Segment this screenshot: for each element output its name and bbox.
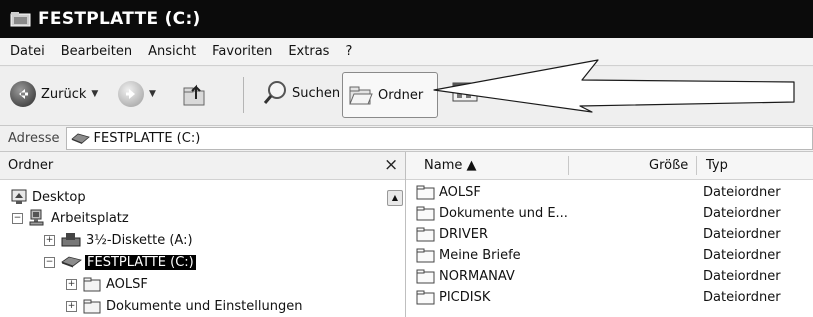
tree-item-label: Arbeitsplatz: [51, 210, 129, 226]
forward-dropdown-icon[interactable]: ▼: [149, 89, 156, 99]
file-name: NORMANAV: [439, 269, 515, 284]
tree-item-festplatte[interactable]: − FESTPLATTE (C:): [44, 252, 196, 272]
tree-item-floppy[interactable]: + 3½-Diskette (A:): [44, 230, 193, 250]
file-row[interactable]: Meine Briefe Dateiordner: [406, 246, 813, 266]
tree-item-label: Desktop: [32, 189, 86, 205]
menu-help[interactable]: ?: [345, 44, 352, 59]
column-name[interactable]: Name ▲: [424, 158, 476, 173]
menu-extras[interactable]: Extras: [288, 44, 329, 59]
column-header: Name ▲ Größe Typ: [406, 152, 813, 180]
expand-icon[interactable]: +: [66, 278, 77, 290]
explorer-window: FESTPLATTE (C:) Datei Bearbeiten Ansicht…: [0, 0, 813, 317]
file-name: PICDISK: [439, 290, 491, 305]
file-type: Dateiordner: [703, 227, 781, 242]
file-name: Meine Briefe: [439, 248, 521, 263]
hard-drive-icon: [70, 133, 90, 144]
hard-drive-icon: [61, 256, 82, 268]
computer-icon: [29, 209, 44, 226]
folder-window-icon: [10, 12, 31, 27]
tree-item-aolsf[interactable]: + AOLSF: [66, 274, 148, 294]
menu-datei[interactable]: Datei: [10, 44, 45, 59]
folder-up-icon: [183, 84, 205, 106]
file-type: Dateiordner: [703, 290, 781, 305]
menu-ansicht[interactable]: Ansicht: [148, 44, 196, 59]
folder-icon: [416, 206, 435, 221]
folders-icon: [349, 86, 373, 105]
address-bar: Adresse FESTPLATTE (C:): [0, 126, 813, 152]
folders-button[interactable]: Ordner: [342, 72, 438, 118]
tree-item-desktop[interactable]: Desktop: [10, 187, 86, 207]
tree-item-label: AOLSF: [106, 276, 148, 292]
scroll-up-icon[interactable]: ▲: [387, 190, 403, 206]
desktop-icon: [11, 189, 27, 204]
back-label: Zurück: [41, 86, 87, 102]
folder-icon: [416, 185, 435, 200]
tree-item-label: 3½-Diskette (A:): [86, 232, 193, 248]
file-type: Dateiordner: [703, 206, 781, 221]
tree-item-label: Dokumente und Einstellungen: [106, 298, 303, 314]
address-label: Adresse: [8, 131, 60, 146]
column-type[interactable]: Typ: [706, 158, 728, 173]
expand-icon[interactable]: +: [44, 234, 55, 246]
collapse-icon[interactable]: −: [44, 256, 55, 268]
file-name: AOLSF: [439, 185, 481, 200]
pointer-arrow-annotation: [433, 59, 795, 113]
file-row[interactable]: Dokumente und E... Dateiordner: [406, 204, 813, 224]
folder-icon: [416, 248, 435, 263]
toolbar-separator: [243, 77, 244, 113]
title-bar[interactable]: FESTPLATTE (C:): [0, 0, 813, 38]
folders-pane-title: Ordner: [8, 158, 54, 173]
up-folder-button[interactable]: [180, 79, 210, 109]
folder-icon: [416, 227, 435, 242]
tree-item-dokumente[interactable]: + Dokumente und Einstellungen: [66, 296, 302, 316]
file-name: Dokumente und E...: [439, 206, 568, 221]
column-divider[interactable]: [696, 156, 697, 175]
folder-icon: [83, 299, 101, 314]
search-label: Suchen: [292, 85, 341, 101]
folders-pane-header: Ordner ×: [0, 152, 405, 180]
column-size[interactable]: Größe: [649, 158, 688, 173]
column-divider[interactable]: [568, 156, 569, 175]
forward-button[interactable]: ▼: [118, 81, 156, 107]
tree-item-label-selected: FESTPLATTE (C:): [85, 254, 196, 270]
folder-icon: [83, 277, 101, 292]
file-type: Dateiordner: [703, 248, 781, 263]
back-button[interactable]: Zurück ▼: [10, 81, 98, 107]
folder-icon: [416, 269, 435, 284]
collapse-icon[interactable]: −: [12, 212, 23, 224]
address-value: FESTPLATTE (C:): [93, 131, 201, 146]
file-row[interactable]: AOLSF Dateiordner: [406, 183, 813, 203]
close-pane-icon[interactable]: ×: [384, 155, 398, 175]
search-icon: [263, 81, 286, 104]
window-title: FESTPLATTE (C:): [38, 9, 201, 29]
file-type: Dateiordner: [703, 185, 781, 200]
menu-favoriten[interactable]: Favoriten: [212, 44, 272, 59]
search-button[interactable]: Suchen: [262, 79, 340, 107]
folders-label: Ordner: [378, 87, 424, 103]
folders-pane: Ordner × ▲ Desktop − Arbeitsplatz + 3½-D…: [0, 152, 406, 317]
address-field[interactable]: FESTPLATTE (C:): [65, 127, 813, 150]
back-dropdown-icon[interactable]: ▼: [91, 89, 98, 99]
floppy-drive-icon: [61, 233, 81, 247]
menu-bearbeiten[interactable]: Bearbeiten: [61, 44, 132, 59]
file-row[interactable]: DRIVER Dateiordner: [406, 225, 813, 245]
file-name: DRIVER: [439, 227, 489, 242]
folder-icon: [416, 290, 435, 305]
back-arrow-icon: [10, 81, 36, 107]
tree-item-arbeitsplatz[interactable]: − Arbeitsplatz: [12, 208, 129, 228]
file-row[interactable]: NORMANAV Dateiordner: [406, 267, 813, 287]
forward-arrow-icon: [118, 81, 144, 107]
expand-icon[interactable]: +: [66, 300, 77, 312]
file-row[interactable]: PICDISK Dateiordner: [406, 288, 813, 308]
file-type: Dateiordner: [703, 269, 781, 284]
file-list: Name ▲ Größe Typ AOLSF Dateiordner Dokum…: [406, 152, 813, 317]
